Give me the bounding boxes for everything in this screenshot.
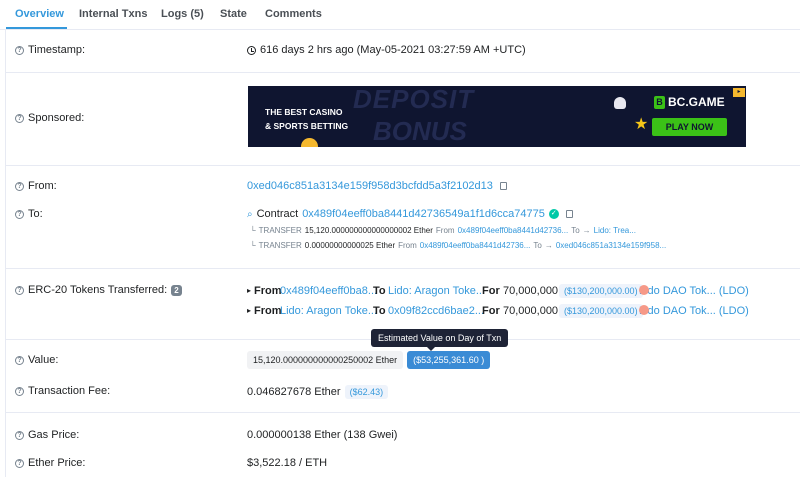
value-tooltip: Estimated Value on Day of Txn <box>371 329 509 351</box>
timestamp-value: 616 days 2 hrs ago (May-05-2021 03:27:59… <box>247 44 526 56</box>
help-icon[interactable]: ? <box>15 285 24 295</box>
brand-logo-icon: B <box>654 95 665 109</box>
lido-token-icon <box>639 285 649 295</box>
token-to-link[interactable]: 0x09f82ccd6bae2... <box>388 305 484 317</box>
arrow-icon: → <box>544 241 553 250</box>
internal-transfer-row: └ TRANSFER 15,120.000000000000000002 Eth… <box>250 226 636 235</box>
arrow-icon: → <box>582 226 591 235</box>
token-transfer-row: ▸ From 0x489f04eeff0ba8... To Lido: Arag… <box>247 284 749 298</box>
timestamp-label: ? Timestamp: <box>15 44 85 56</box>
coin-icon <box>301 138 318 147</box>
mascot-icon <box>614 97 626 109</box>
help-icon[interactable]: ? <box>15 113 24 123</box>
from-address-link[interactable]: 0xed046c851a3134e159f958d3bcfdd5a3f2102d… <box>247 180 493 192</box>
to-label: ? To: <box>15 208 43 220</box>
ether-value-badge: 15,120.000000000000250002 Ether <box>247 351 404 369</box>
token-usd-value: ($130,200,000.00) <box>559 304 643 318</box>
tab-internal-txns[interactable]: Internal Txns <box>79 8 147 20</box>
clock-icon <box>247 45 256 55</box>
star-icon: ★ <box>634 116 649 133</box>
tab-state[interactable]: State <box>220 8 247 20</box>
from-value: 0xed046c851a3134e159f958d3bcfdd5a3f2102d… <box>247 180 512 192</box>
banner-brand: B BC.GAME <box>654 95 725 109</box>
help-icon[interactable]: ? <box>15 458 24 468</box>
copy-icon[interactable] <box>565 208 578 218</box>
transfer-from-link[interactable]: 0x489f04eeff0ba8441d42736... <box>458 226 569 235</box>
help-icon[interactable]: ? <box>15 355 24 365</box>
token-link[interactable]: Lido DAO Tok... (LDO) <box>639 305 749 317</box>
help-icon[interactable]: ? <box>15 209 24 219</box>
lido-token-icon <box>639 305 649 315</box>
divider <box>5 412 800 413</box>
token-amount: 70,000,000 <box>503 285 559 297</box>
ether-price-value: $3,522.18 / ETH <box>247 457 328 469</box>
help-icon[interactable]: ? <box>15 386 24 396</box>
divider <box>5 268 800 269</box>
play-now-button[interactable]: PLAY NOW <box>652 118 727 136</box>
erc20-label: ? ERC-20 Tokens Transferred: 2 <box>15 284 182 296</box>
tree-branch-icon: └ <box>250 226 256 235</box>
active-tab-indicator <box>6 27 67 29</box>
token-count-badge: 2 <box>171 284 182 296</box>
expand-caret-icon[interactable]: ▸ <box>247 306 251 315</box>
tab-bar: Overview Internal Txns Logs (5) State Co… <box>0 0 800 30</box>
sponsored-label: ? Sponsored: <box>15 112 84 124</box>
copy-icon[interactable] <box>499 180 512 190</box>
divider <box>5 72 800 73</box>
ad-tag-icon: ▸ <box>733 88 745 97</box>
magnifier-icon: ⌕ <box>247 208 253 220</box>
fee-usd-badge: ($62.43) <box>344 385 389 399</box>
gas-price-value: 0.000000138 Ether (138 Gwei) <box>247 429 398 441</box>
transfer-to-link[interactable]: Lido: Trea... <box>594 226 636 235</box>
to-value: ⌕ Contract 0x489f04eeff0ba8441d42736549a… <box>247 208 578 220</box>
internal-transfer-row: └ TRANSFER 0.00000000000025 Ether From 0… <box>250 241 667 250</box>
token-link[interactable]: Lido DAO Tok... (LDO) <box>639 285 749 297</box>
transfer-from-link[interactable]: 0x489f04eeff0ba8441d42736... <box>420 241 531 250</box>
fee-value: 0.046827678 Ether ($62.43) <box>247 385 389 399</box>
divider <box>5 165 800 166</box>
contract-address-link[interactable]: 0x489f04eeff0ba8441d42736549a1f1d6cca747… <box>302 208 545 220</box>
tree-branch-icon: └ <box>250 241 256 250</box>
verified-check-icon: ✓ <box>548 209 559 219</box>
tab-logs[interactable]: Logs (5) <box>161 8 204 20</box>
value-label: ? Value: <box>15 354 58 366</box>
banner-ghost-text: BONUS <box>373 116 467 146</box>
token-amount: 70,000,000 <box>503 305 559 317</box>
tab-overview[interactable]: Overview <box>15 8 64 20</box>
banner-headline: THE BEST CASINO & SPORTS BETTING <box>265 107 349 131</box>
banner-ghost-text: DEPOSIT <box>353 86 475 114</box>
help-icon[interactable]: ? <box>15 430 24 440</box>
token-usd-value: ($130,200,000.00) <box>559 284 643 298</box>
usd-value-badge[interactable]: ($53,255,361.60 ) <box>407 351 491 369</box>
fee-label: ? Transaction Fee: <box>15 385 110 397</box>
token-to-link[interactable]: Lido: Aragon Toke... <box>388 285 485 297</box>
frame-border <box>5 30 6 477</box>
token-from-link[interactable]: Lido: Aragon Toke... <box>280 305 377 317</box>
ether-price-label: ? Ether Price: <box>15 457 85 469</box>
value-amount: 15,120.000000000000250002 Ether ($53,255… <box>247 351 491 369</box>
token-from-link[interactable]: 0x489f04eeff0ba8... <box>280 285 377 297</box>
transfer-to-link[interactable]: 0xed046c851a3134e159f958... <box>556 241 666 250</box>
tab-comments[interactable]: Comments <box>265 8 322 20</box>
help-icon[interactable]: ? <box>15 181 24 191</box>
expand-caret-icon[interactable]: ▸ <box>247 286 251 295</box>
token-transfer-row: ▸ From Lido: Aragon Toke... To 0x09f82cc… <box>247 304 749 318</box>
help-icon[interactable]: ? <box>15 45 24 55</box>
gas-price-label: ? Gas Price: <box>15 429 79 441</box>
from-label: ? From: <box>15 180 57 192</box>
sponsored-banner[interactable]: DEPOSIT BONUS THE BEST CASINO & SPORTS B… <box>248 86 746 147</box>
